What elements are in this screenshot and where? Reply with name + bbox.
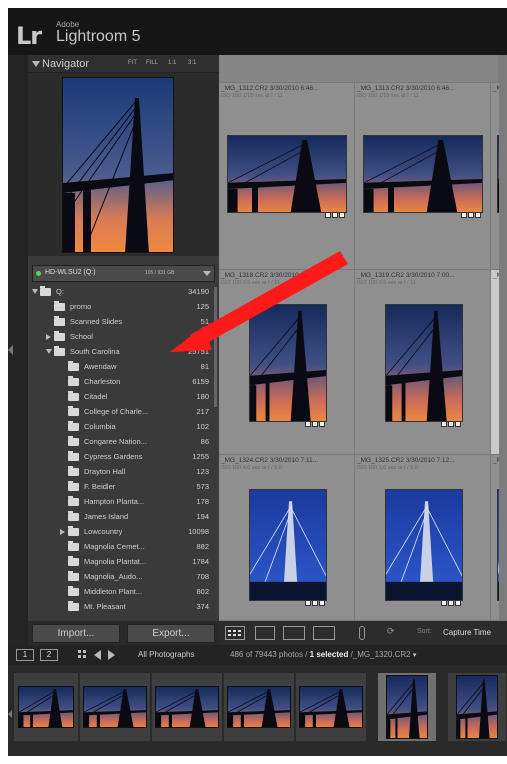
- annotation-overlay: [170, 251, 348, 352]
- lightroom-window: Lr Adobe Lightroom 5 Navigator FIT FILL …: [8, 8, 507, 756]
- red-annotation-arrow-shaft: [190, 251, 348, 348]
